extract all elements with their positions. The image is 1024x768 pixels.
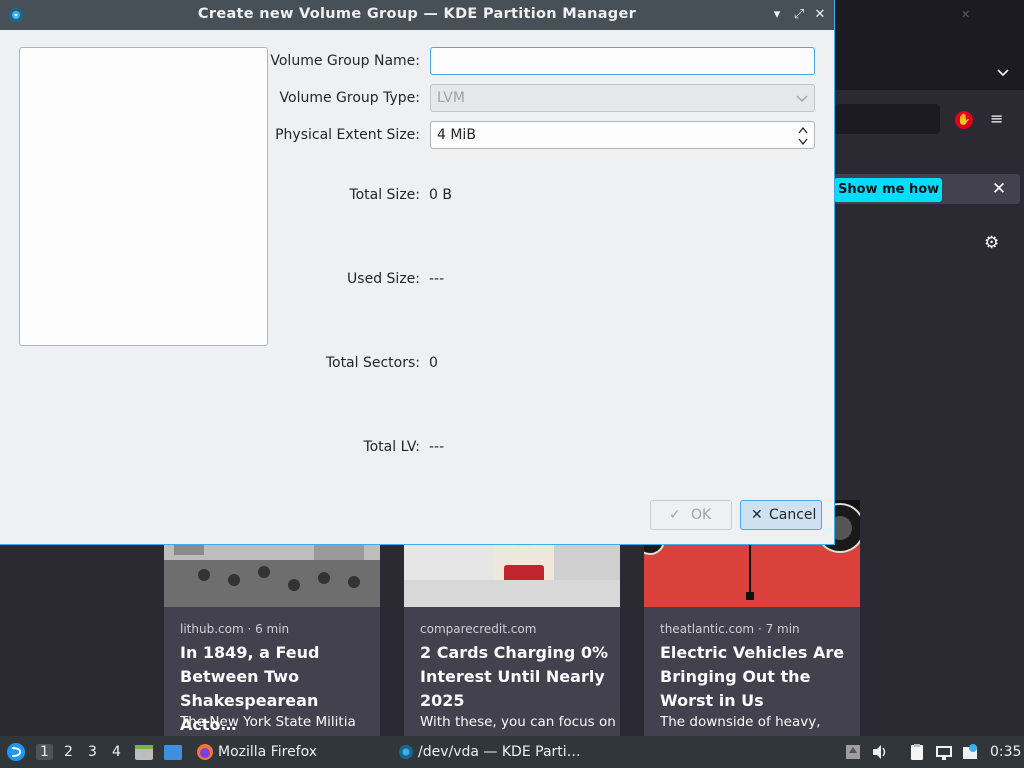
story-source: comparecredit.com: [420, 622, 537, 636]
story-title: Electric Vehicles Are Bringing Out the W…: [660, 643, 845, 710]
network-icon[interactable]: [934, 743, 954, 761]
story-excerpt: The New York State Militia: [180, 714, 356, 730]
task-firefox[interactable]: Mozilla Firefox: [218, 744, 317, 760]
clipboard-icon[interactable]: [907, 743, 927, 761]
partition-manager-task-icon: [399, 745, 413, 759]
pe-size-label: Physical Extent Size:: [275, 127, 420, 143]
vg-name-input[interactable]: [430, 47, 815, 75]
volume-icon[interactable]: [870, 743, 890, 761]
firefox-newtab-content: [834, 210, 1024, 736]
physical-volumes-list[interactable]: [19, 47, 268, 346]
vg-type-select[interactable]: LVM: [430, 84, 815, 112]
cancel-x-icon: ✕: [751, 507, 763, 523]
workspace-1[interactable]: 1: [36, 744, 53, 760]
used-size-label: Used Size:: [347, 271, 420, 287]
dialog-titlebar[interactable]: Create new Volume Group — KDE Partition …: [0, 0, 834, 30]
personalize-gear-icon[interactable]: ⚙: [984, 234, 1002, 252]
firefox-icon: [197, 744, 213, 760]
cancel-button-label: Cancel: [769, 507, 817, 523]
notification-close-icon[interactable]: ✕: [990, 180, 1008, 198]
ok-button[interactable]: ✓ OK: [650, 500, 732, 530]
chevron-down-icon: [796, 95, 808, 102]
task-partition-manager[interactable]: /dev/vda — KDE Parti…: [418, 744, 581, 760]
application-menu-icon[interactable]: [6, 742, 26, 762]
updates-tray-icon[interactable]: [843, 743, 863, 761]
checkmark-icon: ✓: [669, 507, 681, 523]
vg-name-label: Volume Group Name:: [270, 53, 420, 69]
ublock-icon[interactable]: ✋: [955, 111, 973, 129]
firefox-titlebar: ✕: [834, 0, 1024, 30]
close-icon[interactable]: ✕: [811, 6, 829, 24]
firefox-url-bar[interactable]: [834, 104, 940, 134]
maximize-icon[interactable]: ⤢: [790, 6, 808, 24]
total-sectors-label: Total Sectors:: [325, 355, 420, 371]
create-volume-group-dialog: Create new Volume Group — KDE Partition …: [0, 0, 834, 544]
dialog-title: Create new Volume Group — KDE Partition …: [197, 6, 637, 22]
story-source: lithub.com · 6 min: [180, 622, 290, 636]
total-size-label: Total Size:: [349, 187, 420, 203]
total-size-value: 0 B: [429, 187, 452, 203]
show-desktop-icon[interactable]: [163, 743, 183, 761]
story-excerpt: The downside of heavy,: [660, 714, 821, 730]
firefox-tabstrip: [834, 30, 1024, 90]
minimize-icon[interactable]: ▾: [768, 6, 786, 24]
vg-type-label: Volume Group Type:: [279, 90, 420, 106]
story-excerpt: With these, you can focus on: [420, 714, 616, 730]
pe-size-spinbox[interactable]: 4 MiB: [430, 121, 815, 149]
vg-type-value: LVM: [437, 90, 465, 106]
total-lv-value: ---: [429, 439, 445, 455]
total-sectors-value: 0: [429, 355, 438, 371]
workspace-4[interactable]: 4: [112, 744, 121, 760]
used-size-value: ---: [429, 271, 445, 287]
clock[interactable]: 0:35: [990, 744, 1021, 760]
workspace-3[interactable]: 3: [88, 744, 97, 760]
spin-arrows-icon[interactable]: [797, 125, 809, 147]
cancel-button[interactable]: ✕ Cancel: [740, 500, 822, 530]
taskbar: 1 2 3 4 Mozilla Firefox /dev/vda — KDE P…: [0, 736, 1024, 768]
pe-size-value: 4 MiB: [437, 127, 476, 143]
firefox-minimize-icon[interactable]: ✕: [961, 8, 970, 21]
ok-button-label: OK: [691, 507, 712, 523]
story-title: 2 Cards Charging 0% Interest Until Nearl…: [420, 643, 609, 710]
file-manager-icon[interactable]: [134, 743, 154, 761]
list-all-tabs-icon[interactable]: [996, 66, 1010, 80]
notifications-icon[interactable]: [960, 743, 980, 761]
total-lv-label: Total LV:: [363, 439, 420, 455]
show-me-how-button[interactable]: Show me how: [834, 178, 942, 202]
hamburger-menu-icon[interactable]: ≡: [990, 111, 1008, 129]
workspace-2[interactable]: 2: [64, 744, 73, 760]
story-source: theatlantic.com · 7 min: [660, 622, 800, 636]
